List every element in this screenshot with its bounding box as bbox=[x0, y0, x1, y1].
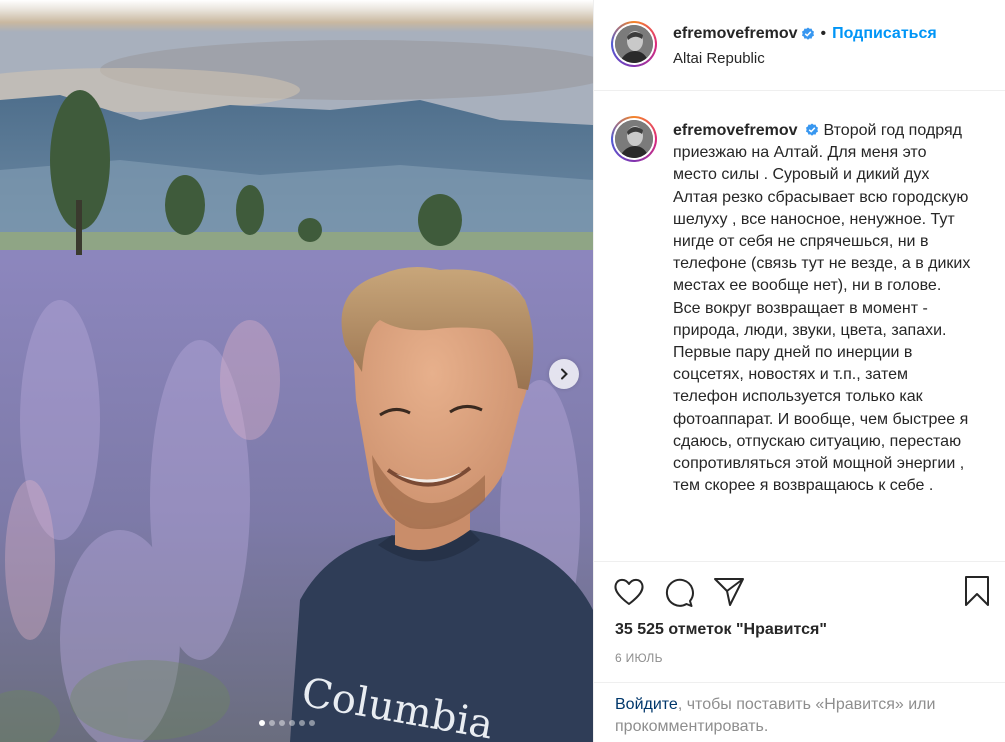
avatar-image bbox=[615, 25, 653, 63]
heart-icon[interactable] bbox=[613, 577, 645, 607]
carousel-dot bbox=[299, 720, 305, 726]
separator-dot: • bbox=[820, 25, 827, 42]
caption-avatar[interactable] bbox=[611, 116, 657, 162]
likes-count[interactable]: 35 525 отметок "Нравится" bbox=[615, 621, 827, 639]
post-photo[interactable]: Columbia bbox=[0, 0, 593, 742]
verified-icon bbox=[805, 123, 818, 136]
caption-username[interactable]: efremovefremov bbox=[673, 122, 798, 139]
header-username[interactable]: efremovefremov bbox=[673, 25, 798, 43]
comment-divider bbox=[594, 682, 1005, 683]
avatar-image bbox=[615, 120, 653, 158]
carousel-indicators bbox=[259, 720, 315, 726]
follow-button[interactable]: Подписаться bbox=[832, 25, 937, 43]
carousel-dot bbox=[259, 720, 265, 726]
caption-text: Второй год подряд приезжаю на Алтай. Для… bbox=[673, 122, 971, 495]
post-header: efremovefremov • Подписаться Altai Repub… bbox=[594, 0, 1005, 91]
chevron-right-icon bbox=[561, 368, 568, 380]
carousel-dot bbox=[309, 720, 315, 726]
post-date[interactable]: 6 ИЮЛЬ bbox=[615, 651, 663, 665]
share-icon[interactable] bbox=[713, 576, 745, 608]
carousel-dot bbox=[269, 720, 275, 726]
bookmark-icon[interactable] bbox=[963, 575, 991, 607]
carousel-dot bbox=[279, 720, 285, 726]
login-link[interactable]: Войдите bbox=[615, 696, 678, 713]
actions-divider bbox=[594, 561, 1005, 562]
avatar[interactable] bbox=[611, 21, 657, 67]
location-link[interactable]: Altai Republic bbox=[673, 50, 765, 67]
post-side-panel: efremovefremov • Подписаться Altai Repub… bbox=[594, 0, 1005, 742]
photo-scene: Columbia bbox=[0, 0, 593, 742]
post-caption: efremovefremov Второй год подряд приезжа… bbox=[673, 120, 973, 497]
verified-icon bbox=[801, 27, 814, 40]
login-prompt: Войдите, чтобы поставить «Нравится» или … bbox=[615, 694, 985, 738]
comment-icon[interactable] bbox=[663, 576, 695, 608]
next-photo-button[interactable] bbox=[549, 359, 579, 389]
carousel-dot bbox=[289, 720, 295, 726]
